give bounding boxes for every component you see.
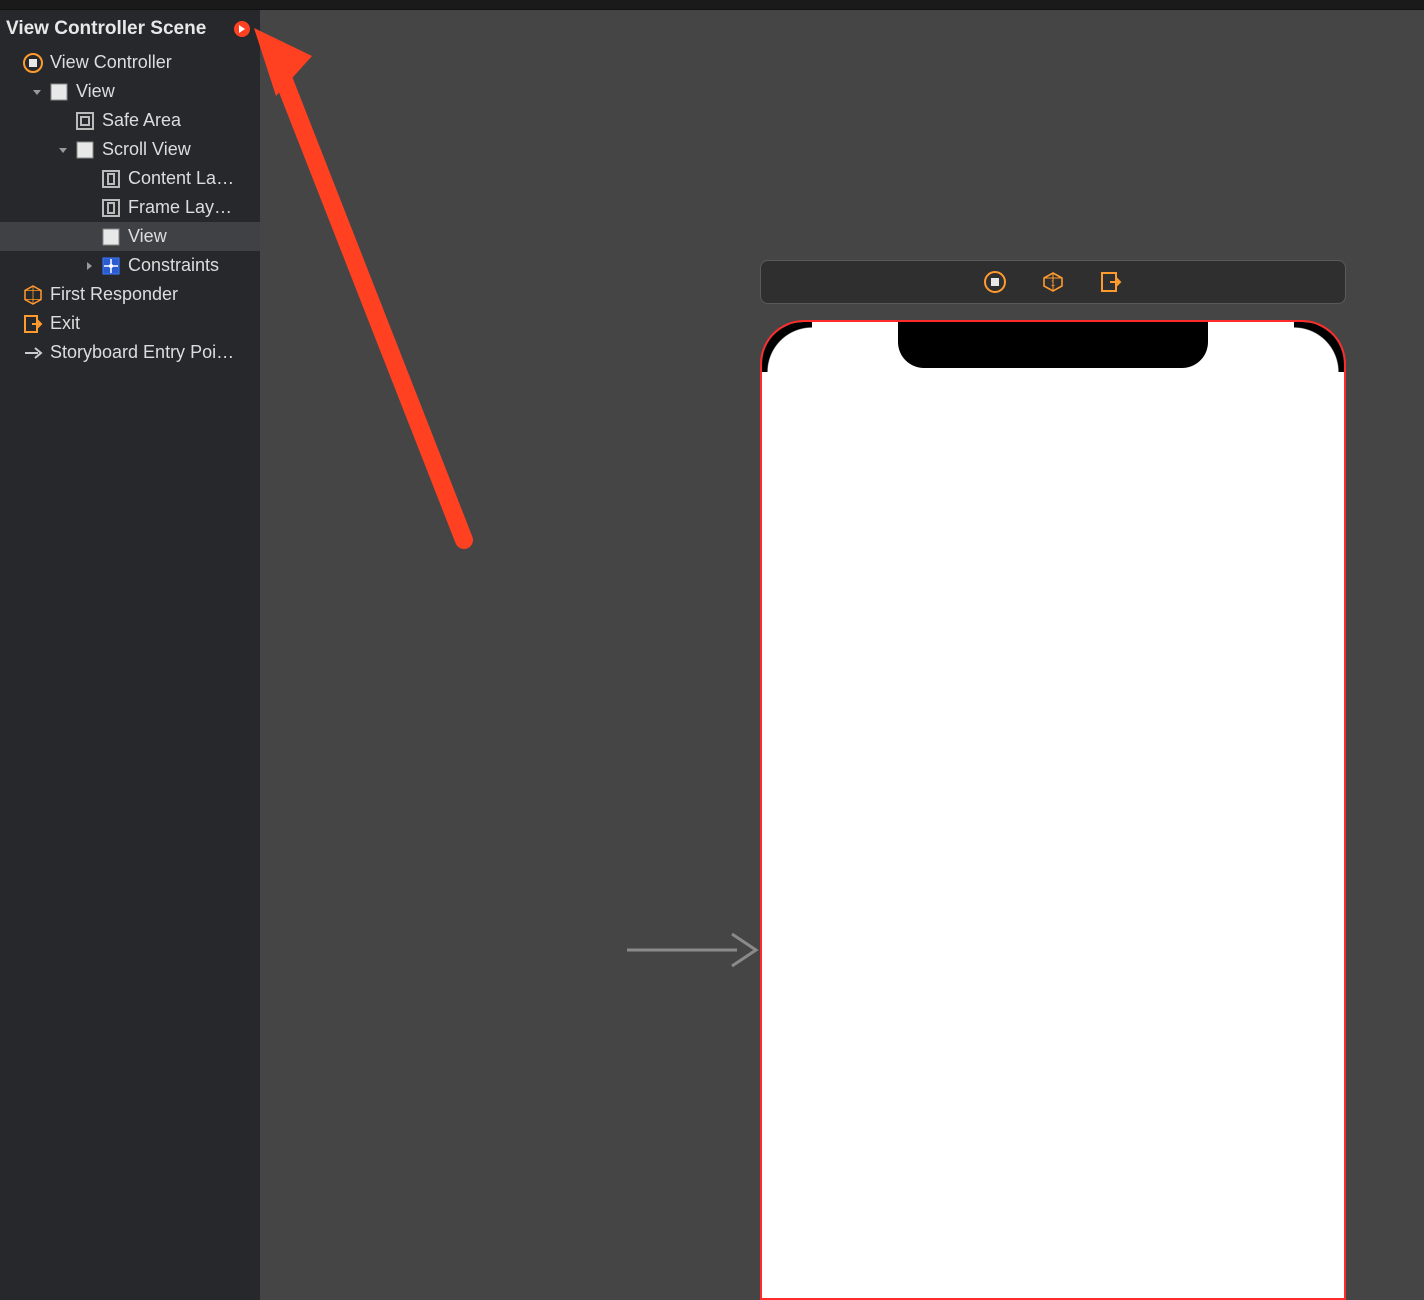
outline-row-label: Exit <box>50 313 80 334</box>
disclosure-none <box>4 288 18 302</box>
outline-row[interactable]: Storyboard Entry Poi… <box>0 338 260 367</box>
exit-icon <box>22 313 44 335</box>
storyboard-entry-arrow-icon <box>622 920 762 980</box>
canvas[interactable]: 1 <box>262 10 1424 1300</box>
outline-row[interactable]: Scroll View <box>0 135 260 164</box>
chevron-down-icon[interactable] <box>30 85 44 99</box>
disclosure-none <box>56 114 70 128</box>
outline-row-label: First Responder <box>50 284 178 305</box>
disclosure-none <box>82 230 96 244</box>
view-icon <box>100 226 122 248</box>
disclosure-none <box>4 346 18 360</box>
outline-row[interactable]: Constraints <box>0 251 260 280</box>
view-icon <box>48 81 70 103</box>
scene-header[interactable]: View Controller Scene <box>0 10 260 48</box>
outline-row-label: Safe Area <box>102 110 181 131</box>
document-outline: View Controller Scene View ControllerVie… <box>0 10 262 1300</box>
outline-row[interactable]: Safe Area <box>0 106 260 135</box>
disclosure-none <box>82 172 96 186</box>
outline-row-label: View Controller <box>50 52 172 73</box>
outline-row[interactable]: Frame Lay… <box>0 193 260 222</box>
chevron-down-icon[interactable] <box>56 143 70 157</box>
scene-dock: 1 <box>760 260 1346 304</box>
constraints-icon <box>100 255 122 277</box>
toolbar-strip <box>0 0 1424 10</box>
outline-row-label: Storyboard Entry Poi… <box>50 342 234 363</box>
outline-row[interactable]: View Controller <box>0 48 260 77</box>
outline-row[interactable]: View <box>0 222 260 251</box>
outline-row[interactable]: Exit <box>0 309 260 338</box>
disclosure-none <box>82 201 96 215</box>
disclosure-none <box>4 56 18 70</box>
exit-icon[interactable] <box>1099 270 1123 294</box>
device-corner <box>762 322 812 372</box>
view-controller-icon[interactable] <box>983 270 1007 294</box>
outline-row-label: Scroll View <box>102 139 191 160</box>
outline-row[interactable]: First Responder <box>0 280 260 309</box>
outline-row-label: View <box>76 81 115 102</box>
scene-title: View Controller Scene <box>6 18 206 40</box>
arrow-right-icon <box>22 342 44 364</box>
outline-row[interactable]: Content La… <box>0 164 260 193</box>
layout-guide-icon <box>100 197 122 219</box>
outline-row-label: Constraints <box>128 255 219 276</box>
view-controller-icon <box>22 52 44 74</box>
view-icon <box>74 139 96 161</box>
first-responder-icon[interactable]: 1 <box>1041 270 1065 294</box>
device-canvas[interactable] <box>760 320 1346 1300</box>
outline-row-label: Frame Lay… <box>128 197 232 218</box>
outline-row-label: Content La… <box>128 168 234 189</box>
first-responder-icon <box>22 284 44 306</box>
device-corner <box>1294 322 1344 372</box>
outline-row-label: View <box>128 226 167 247</box>
layout-guide-icon <box>100 168 122 190</box>
entry-point-indicator-icon <box>234 21 250 37</box>
device-notch <box>898 322 1208 368</box>
safe-area-icon <box>74 110 96 132</box>
svg-text:1: 1 <box>1051 279 1056 288</box>
disclosure-none <box>4 317 18 331</box>
outline-tree: View Controller View Safe Area Scroll View C… <box>0 48 260 367</box>
outline-row[interactable]: View <box>0 77 260 106</box>
chevron-right-icon[interactable] <box>82 259 96 273</box>
